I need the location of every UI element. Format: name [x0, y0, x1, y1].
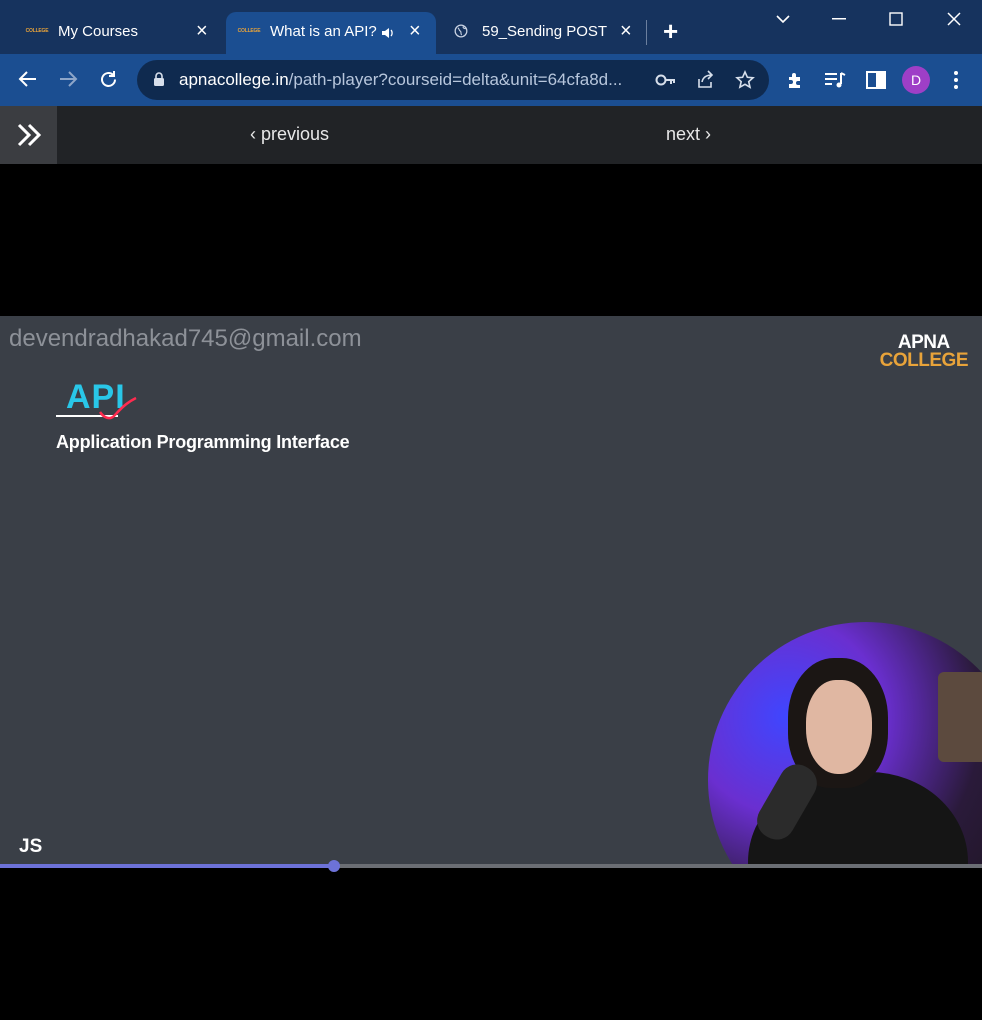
- profile-avatar[interactable]: D: [902, 66, 930, 94]
- url-text[interactable]: apnacollege.in/path-player?courseid=delt…: [179, 70, 622, 90]
- tab-title: What is an API?: [270, 23, 377, 40]
- video-progress-fill: [0, 864, 334, 868]
- more-menu-icon[interactable]: [950, 70, 962, 90]
- tab-title: 59_Sending POST re: [482, 23, 612, 40]
- lock-icon[interactable]: [153, 71, 165, 87]
- previous-button[interactable]: ‹ previous: [250, 124, 329, 145]
- forward-arrow-icon[interactable]: [58, 69, 78, 89]
- tab-sending-post[interactable]: 59_Sending POST re ×: [438, 12, 644, 54]
- maximize-icon[interactable]: [889, 12, 903, 26]
- browser-toolbar: apnacollege.in/path-player?courseid=delt…: [0, 54, 982, 106]
- back-arrow-icon[interactable]: [18, 69, 38, 89]
- minimize-icon[interactable]: [832, 18, 846, 20]
- sidebar-toggle-button[interactable]: [0, 106, 57, 164]
- side-panel-icon[interactable]: [866, 71, 886, 89]
- chevron-right-icon: ›: [705, 124, 712, 144]
- reload-icon[interactable]: [98, 69, 119, 90]
- video-progress-handle[interactable]: [328, 860, 340, 872]
- next-label: next: [666, 124, 701, 144]
- presenter-webcam: [708, 622, 982, 866]
- media-control-icon[interactable]: [824, 71, 846, 89]
- background-lamp: [938, 672, 982, 762]
- close-icon[interactable]: ×: [409, 21, 421, 41]
- user-email-watermark: devendradhakad745@gmail.com: [9, 325, 362, 352]
- slide-subtitle: Application Programming Interface: [56, 432, 350, 452]
- close-icon[interactable]: ×: [196, 21, 208, 41]
- new-tab-icon[interactable]: +: [663, 18, 678, 44]
- share-icon[interactable]: [695, 70, 715, 90]
- address-bar[interactable]: apnacollege.in/path-player?courseid=delt…: [137, 60, 769, 100]
- tab-my-courses[interactable]: COLLEGE My Courses ×: [14, 12, 222, 54]
- speaker-icon[interactable]: [380, 25, 396, 41]
- tab-what-is-an-api[interactable]: COLLEGE What is an API? ×: [226, 12, 436, 54]
- player-nav-bar: ‹ previous next ›: [0, 106, 982, 164]
- apna-college-favicon: COLLEGE: [237, 28, 261, 34]
- key-icon[interactable]: [655, 72, 677, 88]
- window-close-icon[interactable]: [946, 11, 962, 27]
- next-button[interactable]: next ›: [666, 124, 711, 145]
- star-icon[interactable]: [735, 70, 755, 90]
- apna-college-favicon: COLLEGE: [25, 28, 49, 34]
- extensions-icon[interactable]: [786, 70, 806, 90]
- globe-icon: [454, 24, 468, 38]
- previous-label: previous: [261, 124, 330, 144]
- url-domain: apnacollege.in: [179, 70, 289, 89]
- close-icon[interactable]: ×: [620, 21, 632, 41]
- double-chevron-right-icon: [17, 123, 41, 147]
- tab-search-chevron-icon[interactable]: [775, 13, 791, 25]
- section-label: JS: [19, 836, 43, 857]
- tab-divider: [646, 20, 647, 45]
- api-checkmark-icon: [56, 396, 137, 420]
- tab-title: My Courses: [58, 23, 139, 40]
- apna-college-logo: APNA COLLEGE: [879, 332, 969, 371]
- tab-strip: COLLEGE My Courses × COLLEGE What is an …: [0, 0, 982, 54]
- presenter-face: [806, 680, 872, 774]
- video-frame[interactable]: devendradhakad745@gmail.com APNA COLLEGE…: [0, 316, 982, 866]
- chevron-left-icon: ‹: [250, 124, 256, 144]
- url-path: /path-player?courseid=delta&unit=64cfa8d…: [288, 70, 623, 89]
